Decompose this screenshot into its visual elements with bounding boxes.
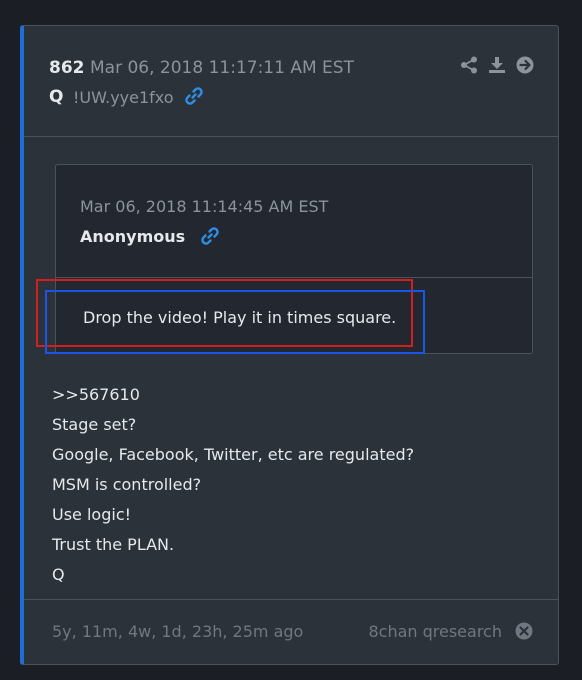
body-line: Google, Facebook, Twitter, etc are regul… xyxy=(52,445,415,464)
post-author: Q xyxy=(49,87,64,107)
post-number[interactable]: 862 xyxy=(49,58,85,78)
quoted-author: Anonymous xyxy=(80,227,186,246)
body-line: Stage set? xyxy=(52,415,137,434)
arrow-right-circle-icon[interactable] xyxy=(516,56,534,74)
post-date: Mar 06, 2018 11:17:11 AM EST xyxy=(90,58,354,78)
post-body: >>567610 Stage set? Google, Facebook, Tw… xyxy=(52,380,414,590)
download-icon[interactable] xyxy=(488,56,506,74)
post-header: 862 Mar 06, 2018 11:17:11 AM EST Q !UW.y… xyxy=(24,26,558,137)
post-actions xyxy=(460,56,534,74)
body-line: Use logic! xyxy=(52,505,132,524)
post-card: 862 Mar 06, 2018 11:17:11 AM EST Q !UW.y… xyxy=(20,25,559,665)
body-line: Trust the PLAN. xyxy=(52,535,175,554)
share-icon[interactable] xyxy=(460,56,478,74)
post-source[interactable]: 8chan qresearch xyxy=(368,622,502,641)
link-icon[interactable] xyxy=(200,226,220,250)
close-circle-icon[interactable] xyxy=(515,622,533,644)
body-line: MSM is controlled? xyxy=(52,475,202,494)
post-tripcode: !UW.yye1fxo xyxy=(73,88,174,107)
quote-reference-link[interactable]: >>567610 xyxy=(52,380,414,410)
link-icon[interactable] xyxy=(184,86,204,110)
quoted-header: Mar 06, 2018 11:14:45 AM EST Anonymous xyxy=(56,165,532,278)
post-footer: 5y, 11m, 4w, 1d, 23h, 25m ago 8chan qres… xyxy=(24,599,558,664)
highlight-blue-box xyxy=(45,290,425,354)
body-line: Q xyxy=(52,565,65,584)
post-age: 5y, 11m, 4w, 1d, 23h, 25m ago xyxy=(52,622,304,641)
quoted-date: Mar 06, 2018 11:14:45 AM EST xyxy=(80,197,329,216)
